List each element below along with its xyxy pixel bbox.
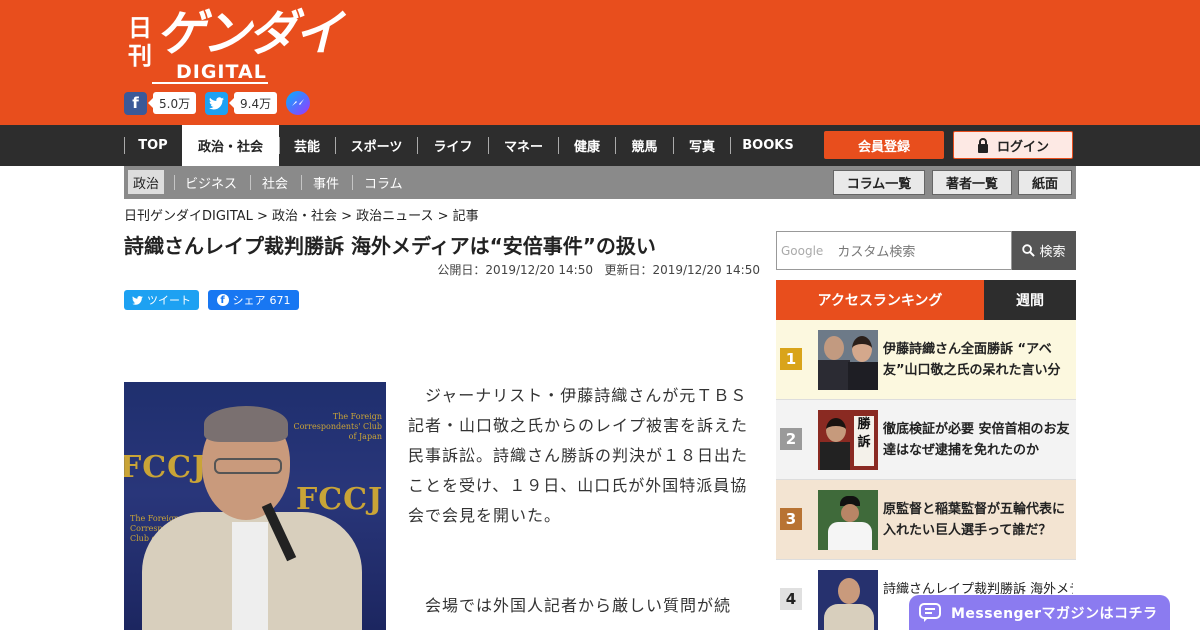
nav-sports[interactable]: スポーツ [336, 125, 417, 166]
ranking-title: 原監督と稲葉監督が五輪代表に入れたい巨人選手って誰だ？ [883, 502, 1066, 538]
rank-number: 1 [780, 348, 802, 370]
nav-books[interactable]: BOOKS [731, 125, 805, 166]
rank-number: 2 [780, 428, 802, 450]
tweet-label: ツイート [147, 294, 191, 307]
messenger-label: Messengerマガジンはコチラ [951, 605, 1158, 622]
fccj-logo-left: FCCJ [124, 450, 208, 485]
ranking-item[interactable]: 1 伊藤詩織さん全面勝訴 “アベ友”山口敬之氏の呆れた言い分 [776, 320, 1076, 400]
nav-health[interactable]: 健康 [559, 125, 615, 166]
ranking-item[interactable]: 2 勝訴 徹底検証が必要 安倍首相のお友達はなぜ逮捕を免れたのか [776, 400, 1076, 480]
logo-sub: DIGITAL [176, 61, 267, 83]
register-button[interactable]: 会員登録 [824, 131, 944, 159]
facebook-share-button[interactable]: f シェア 671 [208, 290, 299, 310]
facebook-count: 5.0万 [147, 92, 197, 114]
search-button-label: 検索 [1039, 245, 1066, 260]
logo-main[interactable]: ゲンダイ [156, 8, 343, 60]
subnav-politics[interactable]: 政治 [128, 170, 165, 194]
updated-date: 更新日：2019/12/20 14:50 [604, 263, 760, 277]
subnav-business[interactable]: ビジネス [185, 166, 237, 199]
twitter-share[interactable]: 9.4万 [205, 91, 278, 115]
twitter-count: 9.4万 [228, 92, 278, 114]
paper-button[interactable]: 紙面 [1018, 170, 1072, 195]
google-label: Google [781, 243, 824, 258]
subnav-incident[interactable]: 事件 [313, 166, 339, 199]
login-label: ログイン [996, 139, 1049, 155]
search-placeholder: カスタム検索 [837, 245, 916, 260]
facebook-icon: f [216, 294, 229, 306]
share-label: シェア [232, 294, 266, 307]
messenger-icon[interactable] [286, 91, 310, 115]
nav-politics[interactable]: 政治・社会 [182, 125, 279, 166]
tab-weekly[interactable]: 週間 [984, 280, 1076, 320]
twitter-icon [132, 295, 143, 305]
nav-keiba[interactable]: 競馬 [616, 125, 673, 166]
column-list-button[interactable]: コラム一覧 [833, 170, 925, 195]
breadcrumb[interactable]: 日刊ゲンダイDIGITAL > 政治・社会 > 政治ニュース > 記事 [124, 205, 479, 224]
glasses [214, 458, 282, 474]
login-button[interactable]: ログイン [953, 131, 1073, 159]
search-icon [1022, 244, 1036, 257]
nav-life[interactable]: ライフ [418, 125, 488, 166]
ranking-thumbnail [818, 330, 878, 390]
share-count: 671 [269, 293, 291, 307]
author-list-button[interactable]: 著者一覧 [932, 170, 1012, 195]
article-photo: The Foreign Correspondents' Club of Japa… [124, 382, 386, 630]
subnav-column[interactable]: コラム [364, 166, 403, 199]
rank-number: 4 [780, 588, 802, 610]
nav-entertainment[interactable]: 芸能 [280, 125, 334, 166]
person-hair [204, 406, 288, 442]
article-dates: 公開日：2019/12/20 14:50 更新日：2019/12/20 14:5… [437, 261, 760, 278]
article-paragraph: ジャーナリスト・伊藤詩織さんが元ＴＢＳ記者・山口敬之氏からのレイプ被害を訴えた民… [408, 386, 749, 525]
site-header: 日刊 ゲンダイ DIGITAL f 5.0万 9.4万 [0, 0, 1200, 125]
nav-top[interactable]: TOP [125, 125, 181, 166]
tweet-button[interactable]: ツイート [124, 290, 199, 310]
lock-icon [977, 137, 988, 153]
person-shirt [232, 522, 268, 630]
ranking-title: 徹底検証が必要 安倍首相のお友達はなぜ逮捕を免れたのか [883, 422, 1070, 458]
facebook-icon: f [124, 91, 147, 115]
facebook-share[interactable]: f 5.0万 [124, 91, 197, 115]
ranking-thumbnail: 勝訴 [818, 410, 878, 470]
chat-icon [919, 602, 941, 622]
ranking-title: 伊藤詩織さん全面勝訴 “アベ友”山口敬之氏の呆れた言い分 [883, 342, 1061, 378]
twitter-icon [205, 91, 228, 115]
ranking-item[interactable]: 3 原監督と稲葉監督が五輪代表に入れたい巨人選手って誰だ？ [776, 480, 1076, 560]
fccj-club-text: The Foreign Correspondents' Club of Japa… [293, 412, 382, 441]
ranking-thumbnail [818, 570, 878, 630]
messenger-magazine-button[interactable]: Messengerマガジンはコチラ [909, 595, 1170, 630]
subnav-society[interactable]: 社会 [262, 166, 288, 199]
article-title: 詩織さんレイプ裁判勝訴 海外メディアは“安倍事件”の扱い [124, 234, 656, 258]
tab-access-ranking[interactable]: アクセスランキング [776, 280, 984, 320]
nav-money[interactable]: マネー [489, 125, 558, 166]
search-input[interactable]: Google カスタム検索 [776, 231, 1012, 270]
logo-vertical: 日刊 [128, 14, 152, 70]
ranking-thumbnail [818, 490, 878, 550]
published-date: 公開日：2019/12/20 14:50 [437, 263, 593, 277]
rank-number: 3 [780, 508, 802, 530]
search-button[interactable]: 検索 [1012, 231, 1076, 270]
article-paragraph: 会場では外国人記者から厳しい質問が続 [408, 596, 732, 615]
nav-photo[interactable]: 写真 [674, 125, 730, 166]
